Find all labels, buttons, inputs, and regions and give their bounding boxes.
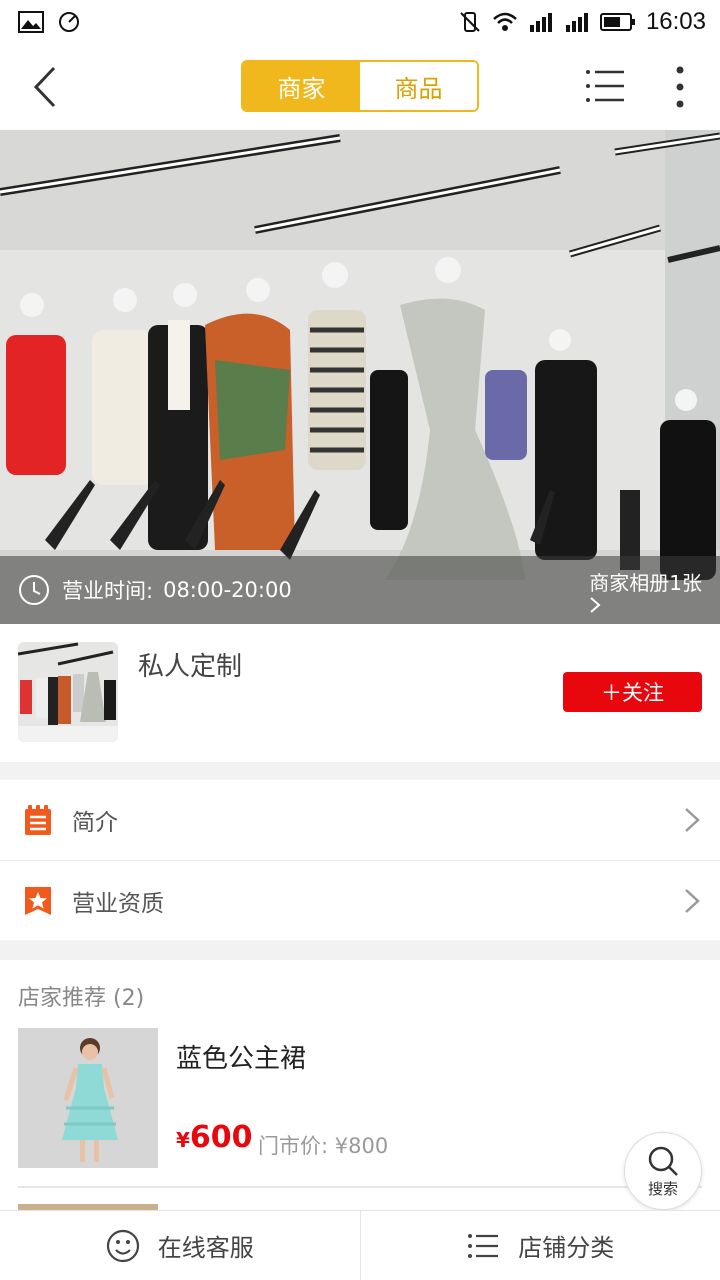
product-image (18, 1028, 158, 1168)
product-price: ¥600 (176, 1120, 253, 1155)
row-business-license-label: 营业资质 (72, 890, 164, 917)
gallery-icon (18, 11, 44, 33)
list-icon (586, 70, 624, 102)
search-label: 搜索 (647, 1179, 678, 1198)
row-business-license[interactable]: 营业资质 (0, 860, 720, 940)
merchant-name: 私人定制 (138, 652, 243, 682)
online-service-label: 在线客服 (157, 1234, 254, 1262)
price-value: 600 (189, 1120, 253, 1155)
status-bar: 16:03 (0, 0, 720, 44)
product-name: 蓝色公主裙 (176, 1044, 307, 1074)
store-photo[interactable]: 营业时间: 08:00-20:00 商家相册1张 (0, 130, 720, 624)
price-currency: ¥ (176, 1128, 190, 1152)
speed-gauge-icon (59, 12, 79, 32)
divider (18, 1186, 702, 1188)
row-introduction[interactable]: 简介 (0, 780, 720, 860)
info-list: 简介 营业资质 (0, 780, 720, 940)
store-category-button[interactable]: 店铺分类 (359, 1211, 720, 1280)
hours-label: 营业时间: (62, 579, 154, 603)
list-menu-button[interactable] (584, 66, 626, 106)
merchant-card: 私人定制 ＋关注 (0, 624, 720, 762)
market-price: 门市价: ¥800 (258, 1134, 389, 1158)
album-link[interactable]: 商家相册1张 (589, 567, 702, 614)
product-card[interactable]: 蓝色公主裙 ¥600 门市价: ¥800 (18, 1028, 702, 1168)
top-nav-bar: 商家 商品 (0, 44, 720, 130)
segment-switch: 商家 商品 (241, 60, 479, 112)
mannequin-gallery-image (0, 130, 720, 624)
merchant-thumbnail-image (18, 642, 118, 742)
chevron-right-icon-2 (685, 888, 700, 913)
dress-photo (18, 1028, 158, 1168)
merchant-avatar[interactable] (18, 642, 118, 742)
chevron-left-icon (33, 66, 56, 108)
signal-icon (529, 13, 552, 32)
merchant-page: 16:03 商家 商品 营业时间: 08:00-20:00 商家相册1张 私人定… (0, 0, 720, 1280)
store-category-label: 店铺分类 (518, 1234, 615, 1262)
hours-bar: 营业时间: 08:00-20:00 商家相册1张 (0, 556, 720, 624)
search-button[interactable]: 搜索 (624, 1132, 702, 1210)
chevron-right-icon (685, 808, 700, 832)
row-introduction-label: 简介 (72, 810, 118, 836)
recommend-title: 店家推荐 (2) (18, 986, 145, 1011)
tab-merchant[interactable]: 商家 (243, 62, 360, 110)
clock-time: 16:03 (645, 8, 706, 35)
search-icon (648, 1146, 678, 1176)
clock-icon (19, 575, 49, 605)
bottom-bar: 在线客服 店铺分类 (0, 1210, 720, 1280)
recommend-section: 店家推荐 (2) 蓝色公主裙 ¥600 门市价: ¥800 (0, 960, 720, 1210)
album-label: 商家相册1张 (589, 570, 702, 595)
signal-icon-2 (565, 13, 588, 32)
wifi-icon (493, 12, 517, 31)
tab-goods[interactable]: 商品 (360, 62, 477, 110)
battery-icon (599, 13, 635, 31)
vibrate-icon (460, 12, 480, 32)
chevron-right-small-icon (590, 596, 601, 613)
online-service-button[interactable]: 在线客服 (0, 1211, 360, 1280)
more-options-button[interactable] (662, 64, 698, 110)
notepad-icon (25, 805, 51, 835)
hours-value: 08:00-20:00 (163, 578, 292, 602)
star-badge-icon (25, 886, 51, 915)
list-icon-bottom (468, 1233, 499, 1258)
follow-button[interactable]: ＋关注 (563, 672, 702, 712)
more-vertical-icon (676, 66, 684, 108)
back-button[interactable] (22, 62, 72, 112)
smiley-icon (106, 1229, 139, 1262)
